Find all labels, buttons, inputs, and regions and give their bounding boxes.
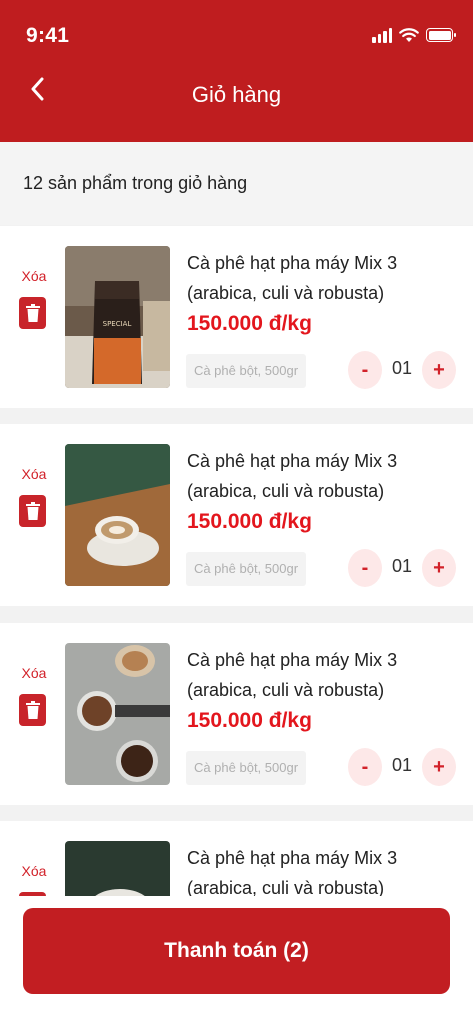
wifi-icon: [399, 28, 419, 42]
checkout-button[interactable]: Thanh toán (2): [23, 908, 450, 994]
checkout-bar: Thanh toán (2): [0, 896, 473, 1024]
app-header: 9:41 Giỏ hàng: [0, 0, 473, 142]
cart-item: Xóa Cà phê hạt pha máy Mix 3 (arabica, c…: [0, 424, 473, 606]
status-time: 9:41: [26, 24, 70, 47]
product-name[interactable]: Cà phê hạt pha máy Mix 3 (arabica, culi …: [187, 645, 467, 705]
quantity-increase-button[interactable]: +: [422, 748, 456, 786]
product-price: 150.000 đ/kg: [187, 709, 312, 732]
cart-count-text: 12 sản phẩm trong giỏ hàng: [23, 173, 248, 193]
product-image[interactable]: [65, 643, 170, 785]
delete-button[interactable]: [19, 297, 46, 329]
signal-icon: [372, 27, 392, 43]
quantity-decrease-button[interactable]: -: [348, 351, 382, 389]
quantity-value: 01: [391, 556, 413, 576]
cart-item: Xóa SPECIAL Cà phê hạt pha máy Mix 3 (ar…: [0, 226, 473, 408]
product-variant: Cà phê bột, 500gr: [186, 552, 306, 586]
product-name[interactable]: Cà phê hạt pha máy Mix 3 (arabica, culi …: [187, 446, 467, 506]
product-price: 150.000 đ/kg: [187, 312, 312, 335]
delete-label[interactable]: Xóa: [21, 466, 47, 482]
product-variant: Cà phê bột, 500gr: [186, 751, 306, 785]
quantity-decrease-button[interactable]: -: [348, 549, 382, 587]
delete-button[interactable]: [19, 694, 46, 726]
quantity-value: 01: [391, 755, 413, 775]
product-name[interactable]: Cà phê hạt pha máy Mix 3 (arabica, culi …: [187, 248, 467, 308]
page-title: Giỏ hàng: [191, 82, 282, 107]
product-name[interactable]: Cà phê hạt pha máy Mix 3 (arabica, culi …: [187, 843, 467, 903]
product-image[interactable]: [65, 444, 170, 586]
delete-label[interactable]: Xóa: [21, 665, 47, 681]
trash-icon: [25, 502, 40, 520]
delete-button[interactable]: [19, 495, 46, 527]
quantity-decrease-button[interactable]: -: [348, 748, 382, 786]
product-image[interactable]: SPECIAL: [65, 246, 170, 388]
delete-label[interactable]: Xóa: [21, 268, 47, 284]
cart-item: Xóa Cà phê hạt pha máy Mix 3 (arabica, c…: [0, 623, 473, 805]
quantity-increase-button[interactable]: +: [422, 549, 456, 587]
quantity-value: 01: [391, 358, 413, 378]
delete-label[interactable]: Xóa: [21, 863, 47, 879]
trash-icon: [25, 701, 40, 719]
svg-text:SPECIAL: SPECIAL: [103, 320, 132, 328]
product-variant: Cà phê bột, 500gr: [186, 354, 306, 388]
product-price: 150.000 đ/kg: [187, 510, 312, 533]
cart-summary: 12 sản phẩm trong giỏ hàng: [0, 142, 473, 225]
quantity-increase-button[interactable]: +: [422, 351, 456, 389]
trash-icon: [25, 304, 40, 322]
status-icons: [372, 27, 456, 43]
battery-icon: [426, 28, 456, 42]
